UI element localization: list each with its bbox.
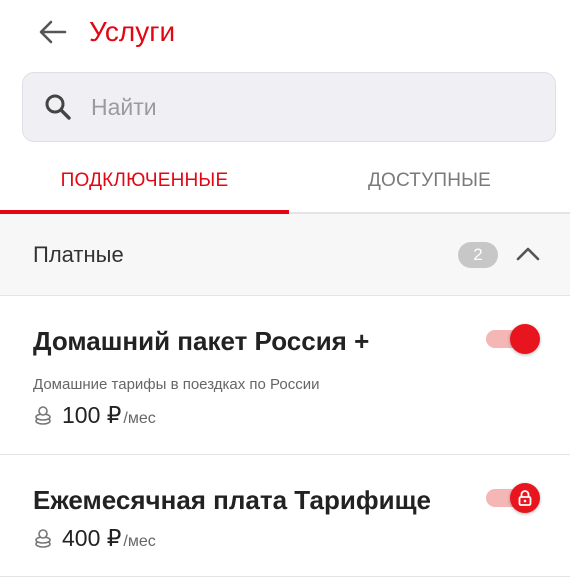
- chevron-up-icon[interactable]: [514, 240, 542, 268]
- search-input[interactable]: [89, 92, 533, 122]
- service-item[interactable]: Ежемесячная плата Тарифище 400 ₽ /мес: [0, 455, 570, 577]
- lock-icon: [518, 490, 532, 506]
- tab-connected[interactable]: ПОДКЛЮЧЕННЫЕ: [0, 150, 289, 212]
- search-bar[interactable]: [22, 72, 556, 142]
- count-badge: 2: [458, 242, 498, 268]
- app-header: Услуги: [0, 0, 570, 64]
- service-item[interactable]: Домашний пакет Россия + Домашние тарифы …: [0, 296, 570, 455]
- tab-bar: ПОДКЛЮЧЕННЫЕ ДОСТУПНЫЕ: [0, 150, 570, 214]
- back-button[interactable]: [32, 14, 74, 50]
- search-icon: [43, 92, 73, 122]
- price-unit: /мес: [123, 533, 156, 550]
- service-name: Ежемесячная плата Тарифище: [33, 485, 431, 515]
- price-row: 400 ₽ /мес: [33, 525, 156, 552]
- price-unit: /мес: [123, 410, 156, 427]
- service-price: 100 ₽: [62, 402, 122, 428]
- coins-icon: [35, 405, 51, 425]
- tab-available[interactable]: ДОСТУПНЫЕ: [289, 150, 570, 212]
- toggle-knob: [510, 324, 540, 354]
- service-description: Домашние тарифы в поездках по России: [33, 376, 320, 393]
- section-title: Платные: [33, 242, 124, 267]
- service-name: Домашний пакет Россия +: [33, 326, 370, 356]
- service-toggle[interactable]: [486, 324, 542, 354]
- coins-icon: [35, 528, 51, 548]
- page-title: Услуги: [89, 16, 176, 47]
- arrow-left-icon: [39, 20, 67, 44]
- service-toggle-locked[interactable]: [486, 483, 542, 513]
- service-price: 400 ₽: [62, 525, 122, 551]
- price-row: 100 ₽ /мес: [33, 402, 156, 429]
- toggle-knob: [510, 483, 540, 513]
- section-header-paid[interactable]: Платные 2: [0, 214, 570, 296]
